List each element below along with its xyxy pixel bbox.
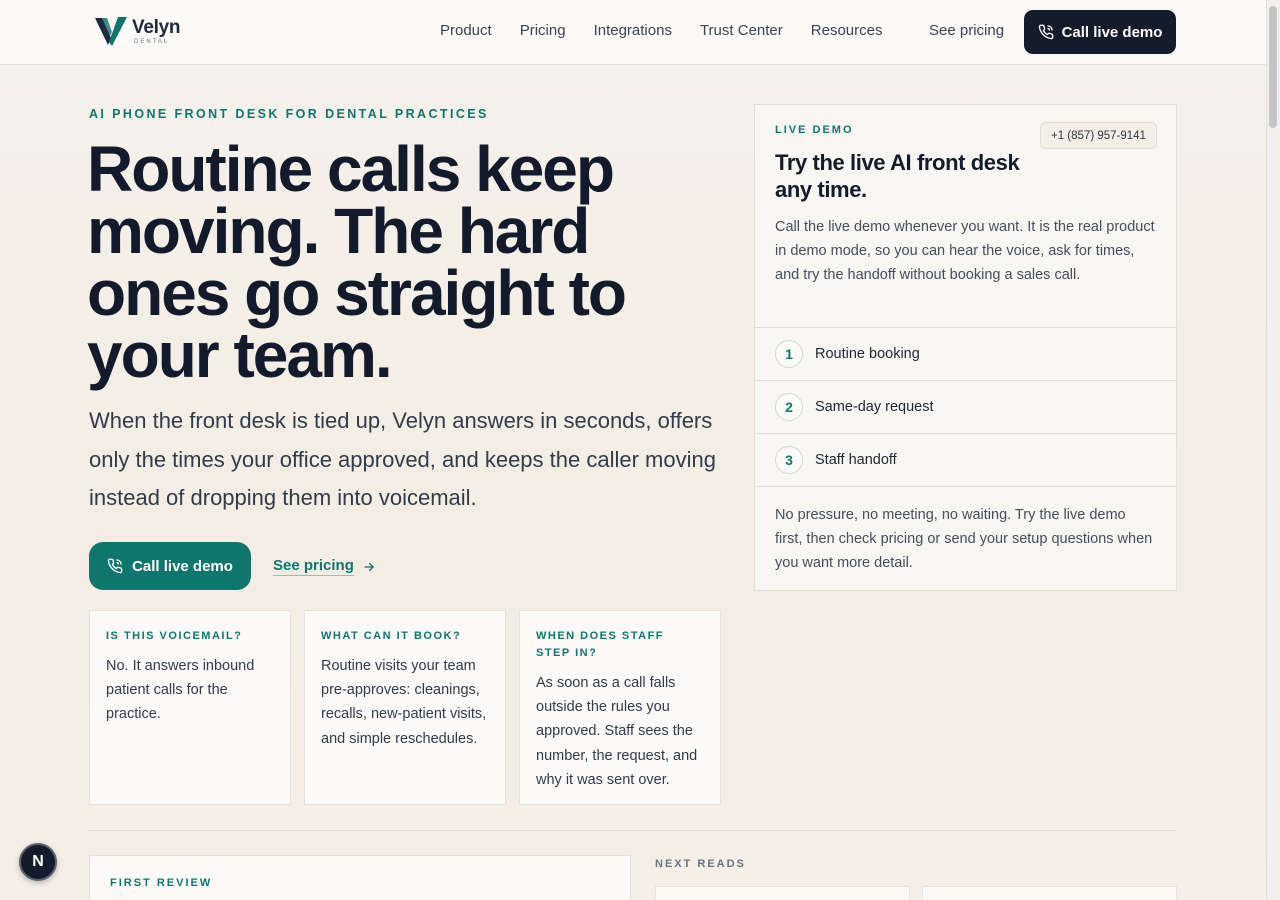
faq-answer: Routine visits your team pre-approves: c… [321, 658, 487, 747]
phone-call-icon [1038, 24, 1053, 40]
demo-eyebrow: LIVE DEMO [775, 124, 854, 136]
nav-item-integrations[interactable]: Integrations [594, 22, 672, 39]
dev-tools-badge[interactable]: N [19, 843, 57, 881]
faq-card-staff: WHEN DOES STAFF STEP IN? As soon as a ca… [519, 610, 721, 805]
velyn-logo-icon [95, 17, 127, 46]
scrollbar-track[interactable] [1266, 0, 1280, 900]
demo-title: Try the live AI front desk any time. [775, 150, 1020, 202]
hero-see-pricing-link[interactable]: See pricing [273, 557, 376, 576]
scrollbar-thumb[interactable] [1269, 6, 1277, 128]
faq-card-voicemail: IS THIS VOICEMAIL? No. It answers inboun… [89, 610, 291, 805]
faq-card-booking: WHAT CAN IT BOOK? Routine visits your te… [304, 610, 506, 805]
hero-subtitle: When the front desk is tied up, Velyn an… [89, 408, 716, 510]
faq-question: IS THIS VOICEMAIL? [106, 630, 243, 642]
demo-footer-text: No pressure, no meeting, no waiting. Try… [755, 486, 1176, 575]
hero-see-pricing-label: See pricing [273, 557, 354, 576]
main-nav: Product Pricing Integrations Trust Cente… [440, 22, 882, 39]
first-review-label: FIRST REVIEW [110, 877, 213, 889]
faq-answer: As soon as a call falls outside the rule… [536, 675, 698, 788]
live-demo-panel: LIVE DEMO +1 (857) 957-9141 Try the live… [754, 104, 1177, 591]
demo-step-routine-booking[interactable]: 1 Routine booking [755, 327, 1176, 380]
nav-call-demo-label: Call live demo [1061, 23, 1163, 41]
nav-call-demo-button[interactable]: Call live demo [1024, 10, 1176, 54]
arrow-right-icon [364, 562, 374, 571]
nav-item-pricing[interactable]: Pricing [520, 22, 566, 39]
brand-logo[interactable]: Velyn DENTAL [94, 15, 180, 47]
demo-step-staff-handoff[interactable]: 3 Staff handoff [755, 433, 1176, 486]
section-divider [89, 830, 1177, 831]
step-number: 3 [775, 446, 803, 474]
faq-question: WHEN DOES STAFF STEP IN? [536, 630, 665, 659]
next-read-card[interactable] [655, 886, 910, 900]
step-number: 2 [775, 393, 803, 421]
hero-call-demo-label: Call live demo [132, 557, 233, 575]
nav-item-product[interactable]: Product [440, 22, 492, 39]
nav-see-pricing-link[interactable]: See pricing [929, 22, 1004, 39]
nav-item-resources[interactable]: Resources [811, 22, 883, 39]
demo-description: Call the live demo whenever you want. It… [775, 219, 1155, 283]
demo-step-same-day-request[interactable]: 2 Same-day request [755, 380, 1176, 433]
brand-name: Velyn [132, 16, 181, 38]
step-label: Routine booking [815, 346, 920, 362]
demo-phone-number[interactable]: +1 (857) 957-9141 [1040, 122, 1157, 149]
hero-call-demo-button[interactable]: Call live demo [89, 542, 251, 590]
brand-sub: DENTAL [134, 38, 170, 45]
next-read-card[interactable] [922, 886, 1177, 900]
hero-title: Routine calls keep moving. The hard ones… [87, 133, 627, 391]
phone-call-icon [107, 558, 123, 574]
faq-question: WHAT CAN IT BOOK? [321, 630, 462, 642]
next-reads-label: NEXT READS [655, 858, 746, 870]
nav-item-trust-center[interactable]: Trust Center [700, 22, 783, 39]
faq-answer: No. It answers inbound patient calls for… [106, 658, 255, 723]
step-number: 1 [775, 340, 803, 368]
hero-eyebrow: AI PHONE FRONT DESK FOR DENTAL PRACTICES [89, 107, 489, 121]
step-label: Staff handoff [815, 452, 897, 468]
step-label: Same-day request [815, 399, 934, 415]
first-review-card: FIRST REVIEW [89, 855, 631, 900]
top-navigation-bar: Velyn DENTAL Product Pricing Integration… [0, 0, 1266, 65]
